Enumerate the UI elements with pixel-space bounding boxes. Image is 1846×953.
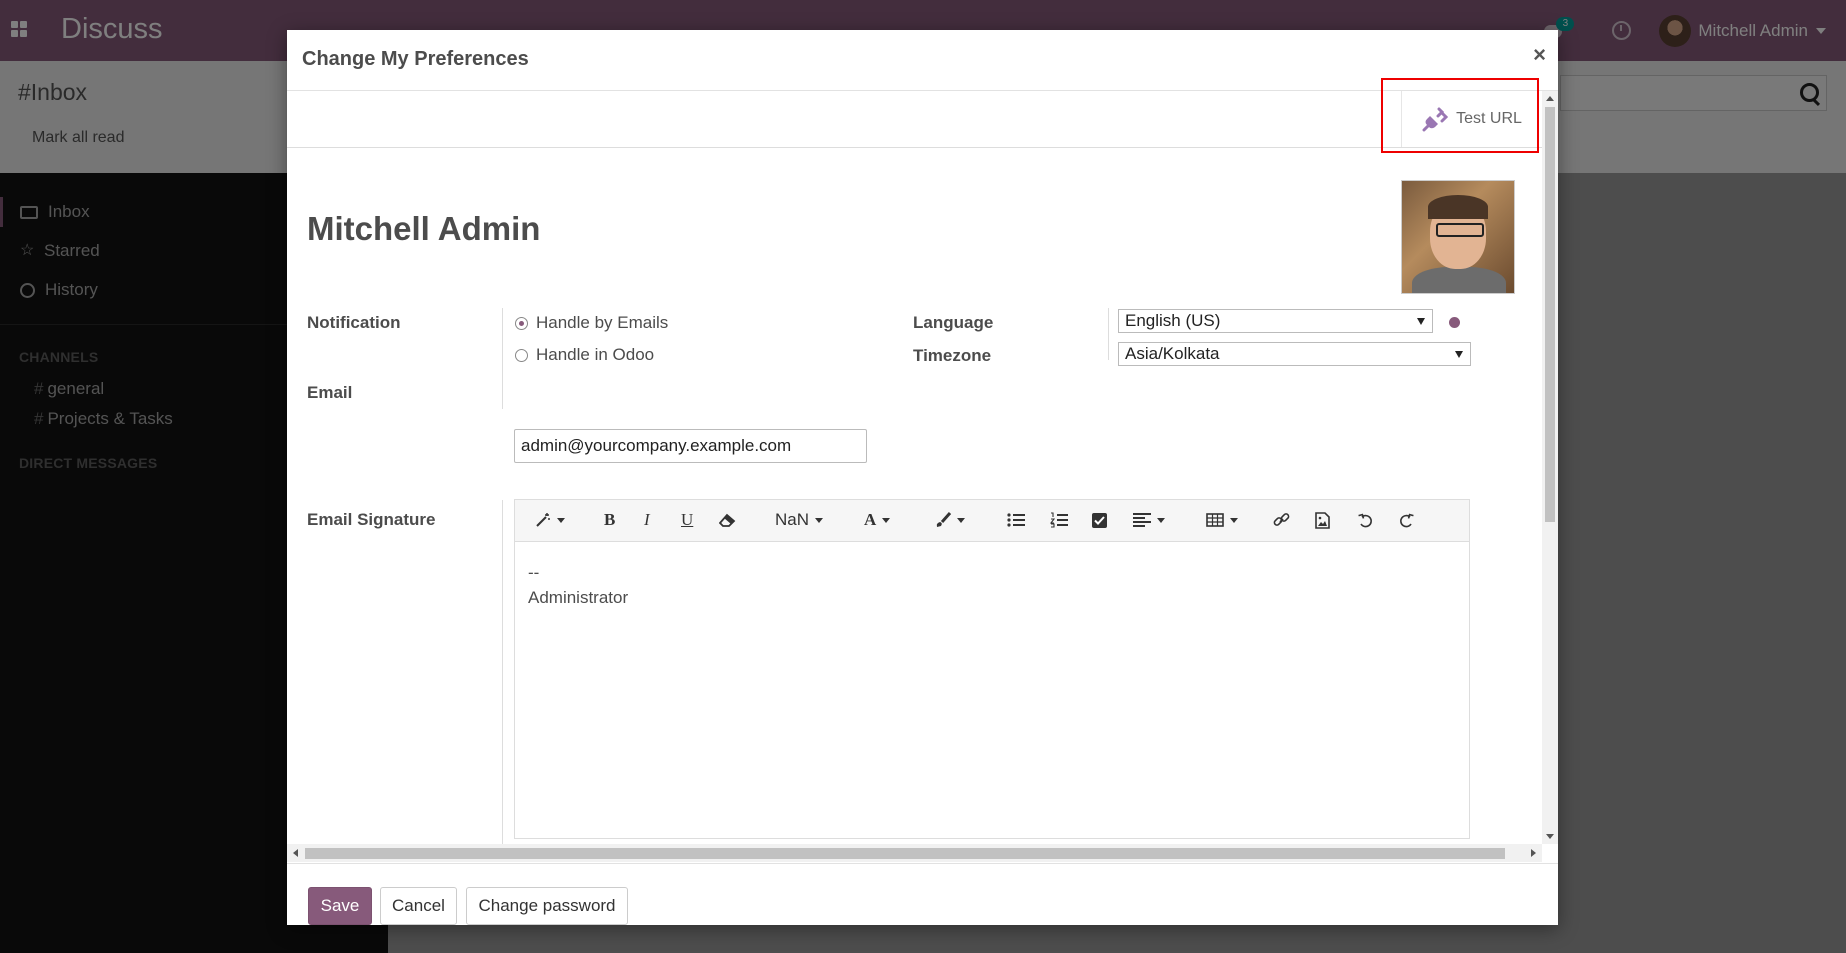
user-photo[interactable] (1401, 180, 1515, 294)
italic-button[interactable]: I (644, 510, 650, 530)
font-size-value: NaN (775, 510, 810, 529)
highlight-color-dropdown[interactable] (935, 510, 965, 530)
timezone-value: Asia/Kolkata (1125, 344, 1220, 363)
font-color-icon: A (864, 510, 877, 529)
eraser-button[interactable] (719, 510, 736, 530)
smart-button-box: Test URL (287, 91, 1542, 148)
email-field[interactable] (514, 429, 867, 463)
paint-brush-icon (936, 512, 951, 527)
radio-handle-in-odoo[interactable]: Handle in Odoo (515, 345, 654, 365)
dialog-footer: Save Cancel Change password (287, 863, 1558, 926)
numbered-list-icon (1050, 512, 1068, 528)
divider (502, 377, 503, 409)
scroll-down-icon[interactable] (1546, 834, 1554, 839)
divider (502, 500, 503, 850)
signature-editor: B I U NaN A -- Administrator (514, 499, 1470, 839)
align-dropdown[interactable] (1133, 510, 1165, 530)
save-button[interactable]: Save (308, 887, 372, 925)
notification-label: Notification (307, 313, 401, 332)
insert-link-button[interactable] (1273, 510, 1290, 530)
signature-line: -- (528, 563, 540, 582)
bullet-list-button[interactable] (1007, 510, 1025, 530)
scroll-left-icon[interactable] (293, 849, 298, 857)
scrollbar-thumb[interactable] (1545, 107, 1555, 522)
bullet-list-icon (1007, 513, 1025, 527)
undo-icon (1358, 513, 1372, 527)
close-button[interactable]: × (1533, 42, 1546, 68)
table-icon (1206, 513, 1224, 527)
globe-icon[interactable] (1449, 317, 1460, 328)
cancel-button[interactable]: Cancel (380, 887, 457, 925)
checkbox-icon (1092, 512, 1107, 528)
change-password-button[interactable]: Change password (466, 887, 628, 925)
radio-button[interactable] (515, 348, 528, 362)
language-select[interactable]: English (US) (1118, 309, 1433, 333)
dialog-body: Test URL Mitchell Admin Notification Han… (287, 91, 1558, 862)
insert-image-button[interactable] (1315, 510, 1330, 530)
scroll-right-icon[interactable] (1531, 849, 1536, 857)
numbered-list-button[interactable] (1050, 510, 1068, 530)
table-dropdown[interactable] (1206, 510, 1238, 530)
undo-button[interactable] (1358, 510, 1373, 530)
editor-toolbar: B I U NaN A (515, 500, 1469, 542)
magic-wand-icon (536, 513, 550, 527)
dialog-header: Change My Preferences × (287, 30, 1558, 91)
bold-button[interactable]: B (604, 510, 615, 530)
dialog-title: Change My Preferences (302, 48, 529, 70)
editor-content[interactable]: -- Administrator (528, 560, 628, 610)
link-icon (1273, 512, 1290, 526)
language-value: English (US) (1125, 311, 1221, 330)
preferences-dialog: Change My Preferences × Test URL Mitchel… (287, 30, 1558, 925)
record-name: Mitchell Admin (307, 210, 541, 247)
scroll-up-icon[interactable] (1546, 96, 1554, 101)
email-label: Email (307, 383, 353, 402)
signature-line: Administrator (528, 588, 629, 607)
radio-handle-by-emails[interactable]: Handle by Emails (515, 313, 668, 333)
font-color-dropdown[interactable]: A (864, 510, 891, 530)
dropdown-arrow-icon (1417, 318, 1425, 325)
redo-icon (1400, 513, 1414, 527)
dropdown-arrow-icon (1455, 351, 1463, 358)
align-left-icon (1133, 513, 1151, 527)
font-size-dropdown[interactable]: NaN (775, 510, 824, 530)
timezone-label: Timezone (913, 346, 992, 365)
image-file-icon (1315, 511, 1330, 529)
scrollbar-thumb[interactable] (305, 848, 1505, 859)
timezone-select[interactable]: Asia/Kolkata (1118, 342, 1471, 366)
checklist-button[interactable] (1092, 510, 1107, 530)
language-label: Language (913, 313, 994, 332)
horizontal-scrollbar[interactable] (287, 844, 1542, 862)
vertical-scrollbar[interactable] (1542, 91, 1558, 844)
annotation-highlight-box (1381, 78, 1539, 153)
underline-button[interactable]: U (681, 510, 693, 530)
radio-label: Handle in Odoo (536, 345, 655, 364)
style-dropdown[interactable] (535, 510, 565, 530)
radio-button[interactable] (515, 316, 528, 330)
divider (1108, 308, 1109, 360)
eraser-icon (719, 513, 736, 527)
radio-label: Handle by Emails (536, 313, 669, 332)
redo-button[interactable] (1399, 510, 1414, 530)
email-signature-label: Email Signature (307, 510, 436, 529)
